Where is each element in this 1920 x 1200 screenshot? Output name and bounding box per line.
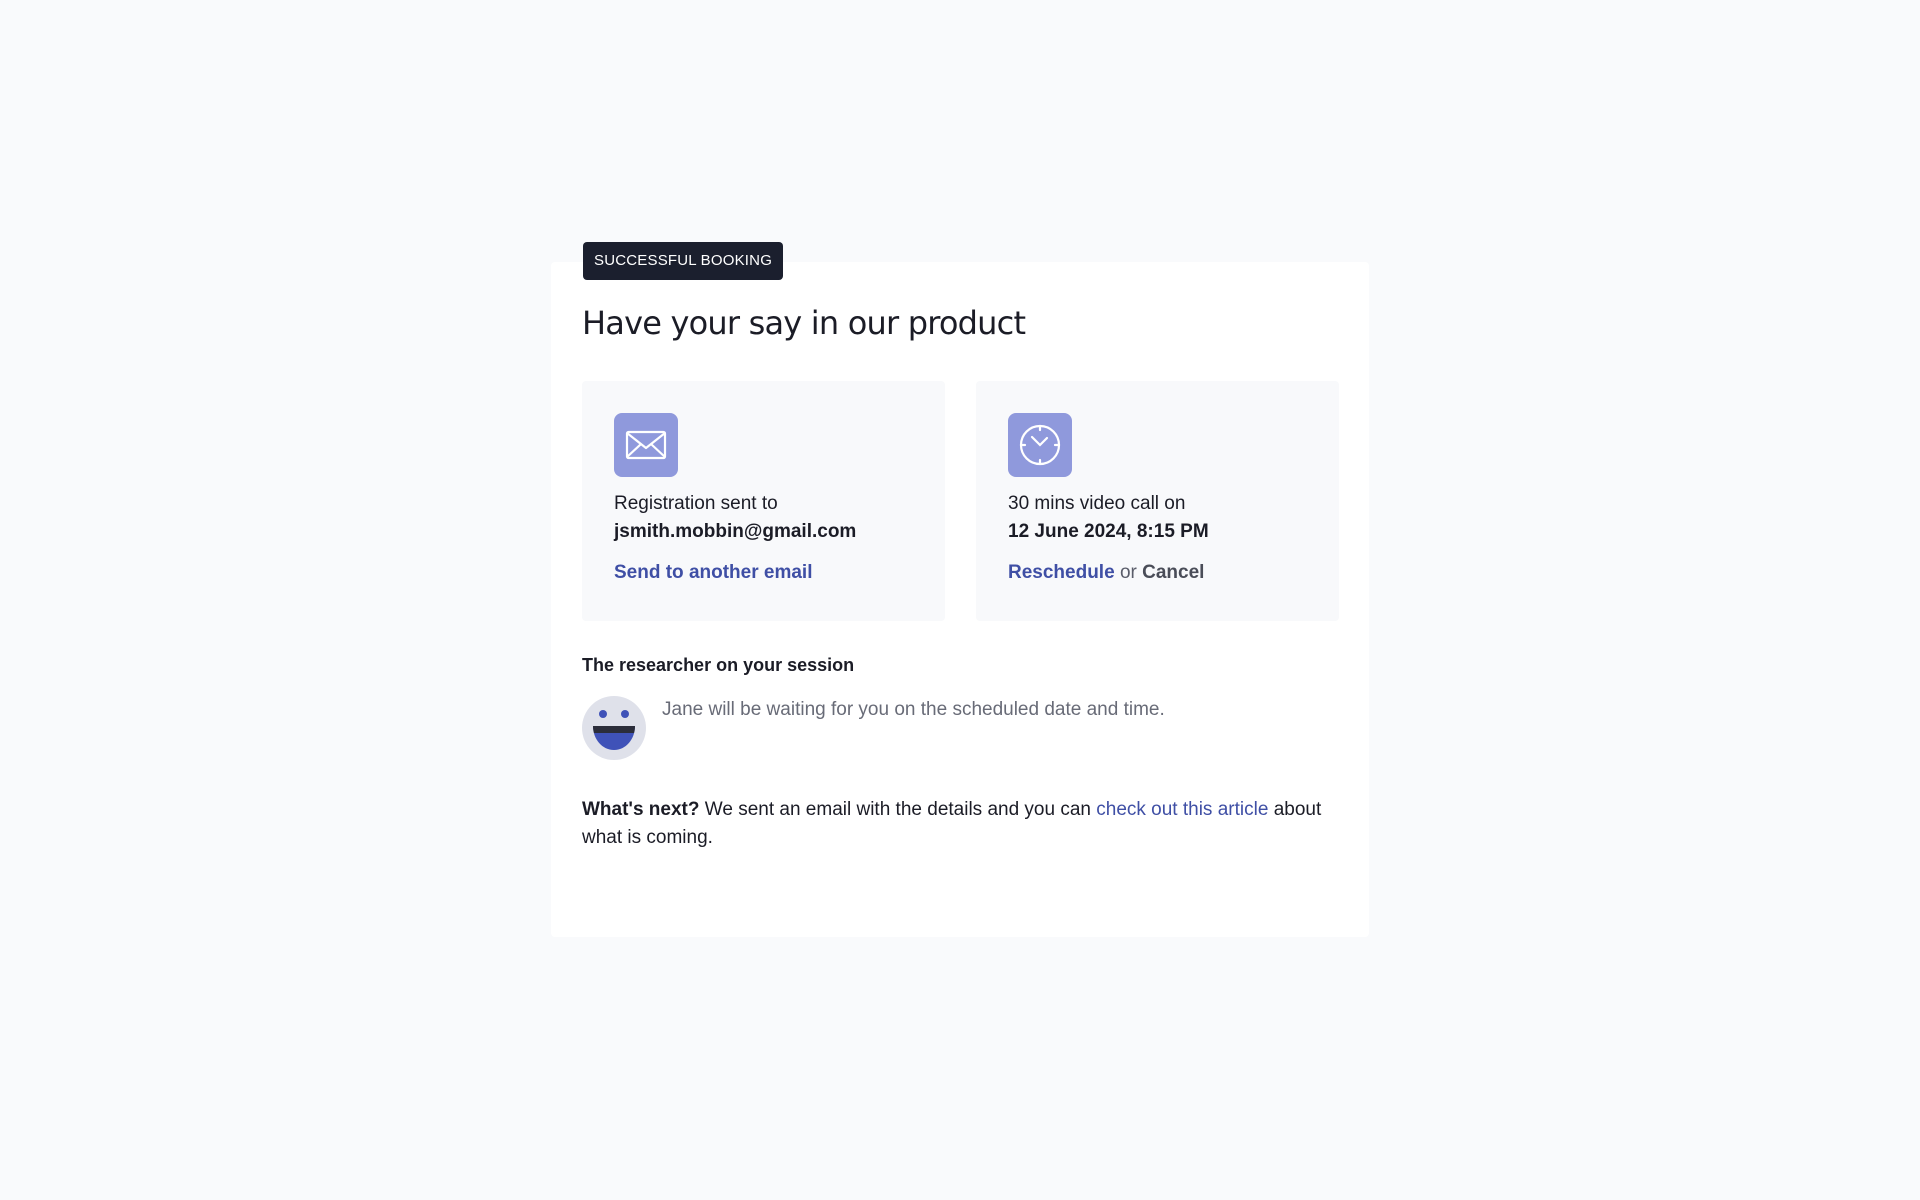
actions-separator: or: [1119, 562, 1137, 583]
registration-info-box: Registration sent to jsmith.mobbin@gmail…: [582, 381, 945, 621]
schedule-info-box: 30 mins video call on 12 June 2024, 8:15…: [976, 381, 1339, 621]
call-duration-label: 30 mins video call on: [1008, 493, 1186, 514]
envelope-icon: [614, 413, 678, 477]
clock-icon: [1008, 413, 1072, 477]
call-datetime: 12 June 2024, 8:15 PM: [1008, 521, 1209, 542]
whats-next-paragraph: What's next? We sent an email with the d…: [582, 796, 1322, 852]
registration-actions: Send to another email: [614, 562, 812, 584]
booking-confirmation-page: SUCCESSFUL BOOKING Have your say in our …: [0, 0, 1920, 1200]
status-badge: SUCCESSFUL BOOKING: [583, 242, 784, 280]
smiley-avatar-icon: [582, 696, 646, 760]
registration-email: jsmith.mobbin@gmail.com: [614, 521, 857, 542]
registration-label: Registration sent to: [614, 493, 778, 514]
whats-next-text-before: We sent an email with the details and yo…: [704, 799, 1091, 820]
researcher-heading: The researcher on your session: [582, 655, 855, 675]
whats-next-lead: What's next?: [582, 799, 700, 820]
researcher-message: Jane will be waiting for you on the sche…: [662, 699, 1165, 720]
reschedule-link[interactable]: Reschedule: [1008, 562, 1115, 583]
page-title: Have your say in our product: [582, 304, 1026, 342]
article-link[interactable]: check out this article: [1096, 799, 1268, 820]
cancel-link[interactable]: Cancel: [1142, 562, 1204, 583]
send-to-another-email-link[interactable]: Send to another email: [614, 562, 812, 583]
schedule-actions: Reschedule or Cancel: [1008, 562, 1204, 584]
